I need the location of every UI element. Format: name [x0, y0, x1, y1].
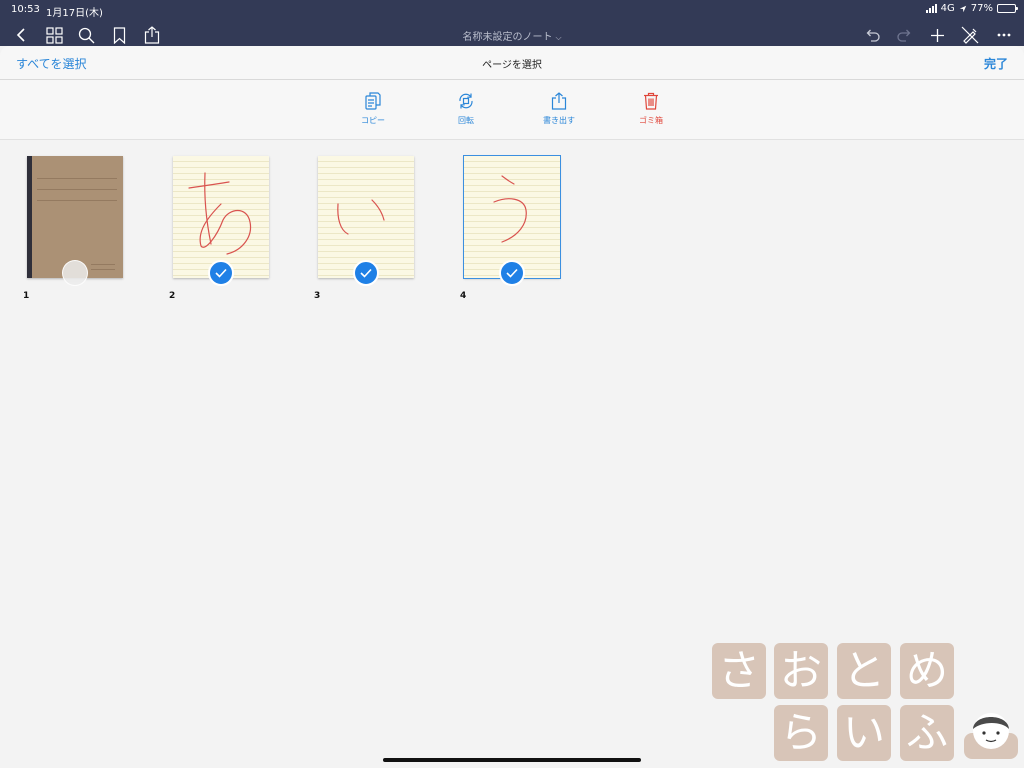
copy-label: コピー	[361, 116, 385, 125]
export-button[interactable]: 書き出す	[529, 92, 589, 126]
rotate-label: 回転	[458, 116, 474, 125]
status-date: 1月17日(木)	[46, 8, 103, 19]
status-right: 4G 77%	[925, 3, 1018, 14]
copy-button[interactable]: コピー	[343, 92, 403, 126]
page-number-4: 4	[460, 291, 467, 301]
copy-icon	[365, 92, 381, 110]
more-icon[interactable]	[993, 24, 1015, 46]
watermark-tile: め	[900, 643, 954, 699]
watermark-tile: ふ	[900, 705, 954, 761]
page-item-2[interactable]	[173, 156, 269, 286]
page-number-3: 3	[314, 291, 321, 301]
trash-icon	[644, 92, 658, 110]
page-item-4[interactable]	[463, 155, 561, 286]
chevron-down-icon: ⌵	[555, 33, 562, 42]
page-select-header: すべてを選択 ページを選択 完了	[0, 46, 1024, 80]
undo-icon[interactable]	[861, 24, 883, 46]
cover-rule	[37, 200, 117, 201]
mascot-face-icon	[964, 713, 1018, 759]
add-icon[interactable]	[926, 24, 948, 46]
app-toolbar: 10:53 1月17日(木) 4G 77% 名称未設定のノート ⌵	[0, 0, 1024, 46]
export-label: 書き出す	[543, 116, 575, 125]
redo-icon[interactable]	[894, 24, 916, 46]
signal-icon	[925, 4, 937, 13]
selected-check-icon[interactable]	[499, 260, 525, 286]
watermark-tile: お	[774, 643, 828, 699]
battery-percent: 77%	[970, 3, 993, 14]
page-number-1: 1	[23, 291, 30, 301]
export-icon	[551, 92, 567, 110]
trash-button[interactable]: ゴミ箱	[621, 92, 681, 126]
status-bar: 10:53 1月17日(木) 4G 77%	[0, 3, 1024, 19]
trash-label: ゴミ箱	[639, 116, 663, 125]
watermark-tile: ら	[774, 705, 828, 761]
rotate-button[interactable]: 回転	[436, 92, 496, 126]
selected-check-icon[interactable]	[353, 260, 379, 286]
watermark-tile: い	[837, 705, 891, 761]
status-time: 10:53	[11, 4, 40, 15]
cover-spine	[27, 156, 32, 278]
page-title: ページを選択	[482, 60, 542, 71]
document-title-text: 名称未設定のノート	[462, 32, 553, 43]
page-item-3[interactable]	[318, 156, 414, 286]
cover-rule	[37, 189, 117, 190]
cover-rule	[37, 178, 117, 179]
battery-icon	[997, 4, 1018, 13]
cover-rule	[91, 269, 115, 270]
done-button[interactable]: 完了	[984, 55, 1008, 72]
page-number-2: 2	[169, 291, 176, 301]
page-actions-bar: コピー 回転 書き出す ゴミ箱	[0, 80, 1024, 140]
network-label: 4G	[940, 3, 955, 14]
tools-off-icon[interactable]	[959, 24, 981, 46]
home-indicator[interactable]	[383, 758, 641, 762]
selection-circle-empty[interactable]	[62, 260, 88, 286]
page-item-1[interactable]	[27, 156, 123, 286]
selected-check-icon[interactable]	[208, 260, 234, 286]
cover-rule	[91, 264, 115, 265]
rotate-icon	[459, 93, 473, 109]
location-icon	[959, 5, 966, 12]
watermark-tile: と	[837, 643, 891, 699]
watermark-tile: さ	[712, 643, 766, 699]
